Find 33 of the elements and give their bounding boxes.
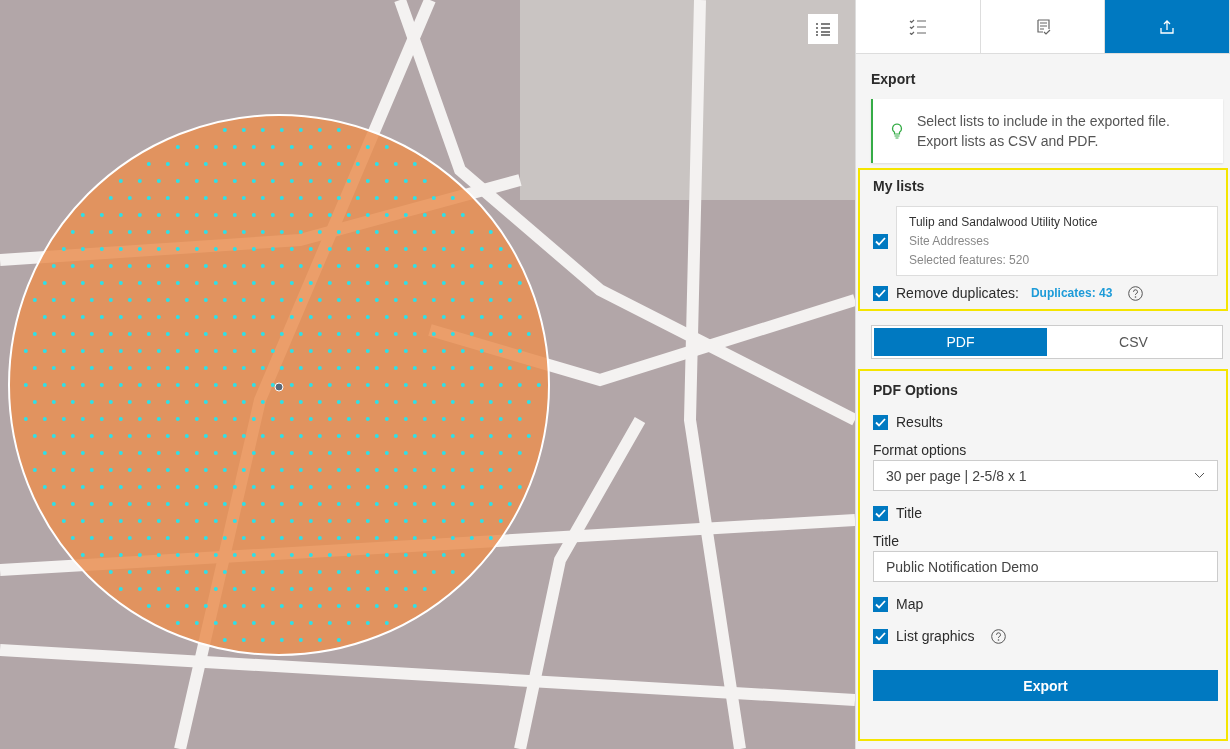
field-label: Format options	[873, 442, 968, 458]
format-dropdown[interactable]: 30 per page | 2-5/8 x 1	[873, 460, 1218, 491]
help-icon[interactable]	[990, 628, 1006, 644]
section-title: Export	[871, 70, 917, 89]
checkbox[interactable]	[873, 596, 888, 612]
checkbox[interactable]	[873, 233, 888, 249]
export-icon	[1159, 18, 1176, 35]
checkbox-label: List graphics	[896, 628, 975, 644]
list-name: Tulip and Sandalwood Utility Notice	[909, 215, 1099, 229]
checkbox[interactable]	[873, 505, 888, 521]
feature-count: Selected features: 520	[909, 253, 1031, 267]
field-label: Title	[873, 533, 900, 549]
section-title: My lists	[873, 178, 926, 194]
title-field[interactable]: Public Notification Demo	[873, 551, 1218, 582]
checklist-icon	[908, 18, 927, 35]
format-option[interactable]: PDF	[874, 328, 1047, 356]
help-icon[interactable]	[1128, 285, 1144, 301]
list-layer: Site Addresses	[909, 234, 991, 248]
checkbox-label: Title	[896, 505, 922, 521]
checkbox-label: Map	[896, 596, 924, 612]
legend-button[interactable]	[808, 14, 838, 44]
list-icon	[815, 22, 831, 36]
section-title: PDF Options	[873, 382, 959, 398]
checkbox-label: Remove duplicates:	[896, 285, 1019, 301]
chevron-down-icon	[1194, 472, 1205, 479]
checkbox[interactable]	[873, 628, 888, 644]
tip-text: Select lists to include in the exported file. Export lists as CSV and PDF.	[917, 112, 1170, 151]
checkbox[interactable]	[873, 414, 888, 430]
lightbulb-icon	[891, 123, 903, 139]
export-button[interactable]: Export	[873, 670, 1218, 701]
list-card[interactable]: Tulip and Sandalwood Utility Notice Site Addresses Selected features: 520	[896, 206, 1218, 276]
checkbox[interactable]	[873, 285, 888, 301]
checkbox-label: Results	[896, 414, 943, 430]
